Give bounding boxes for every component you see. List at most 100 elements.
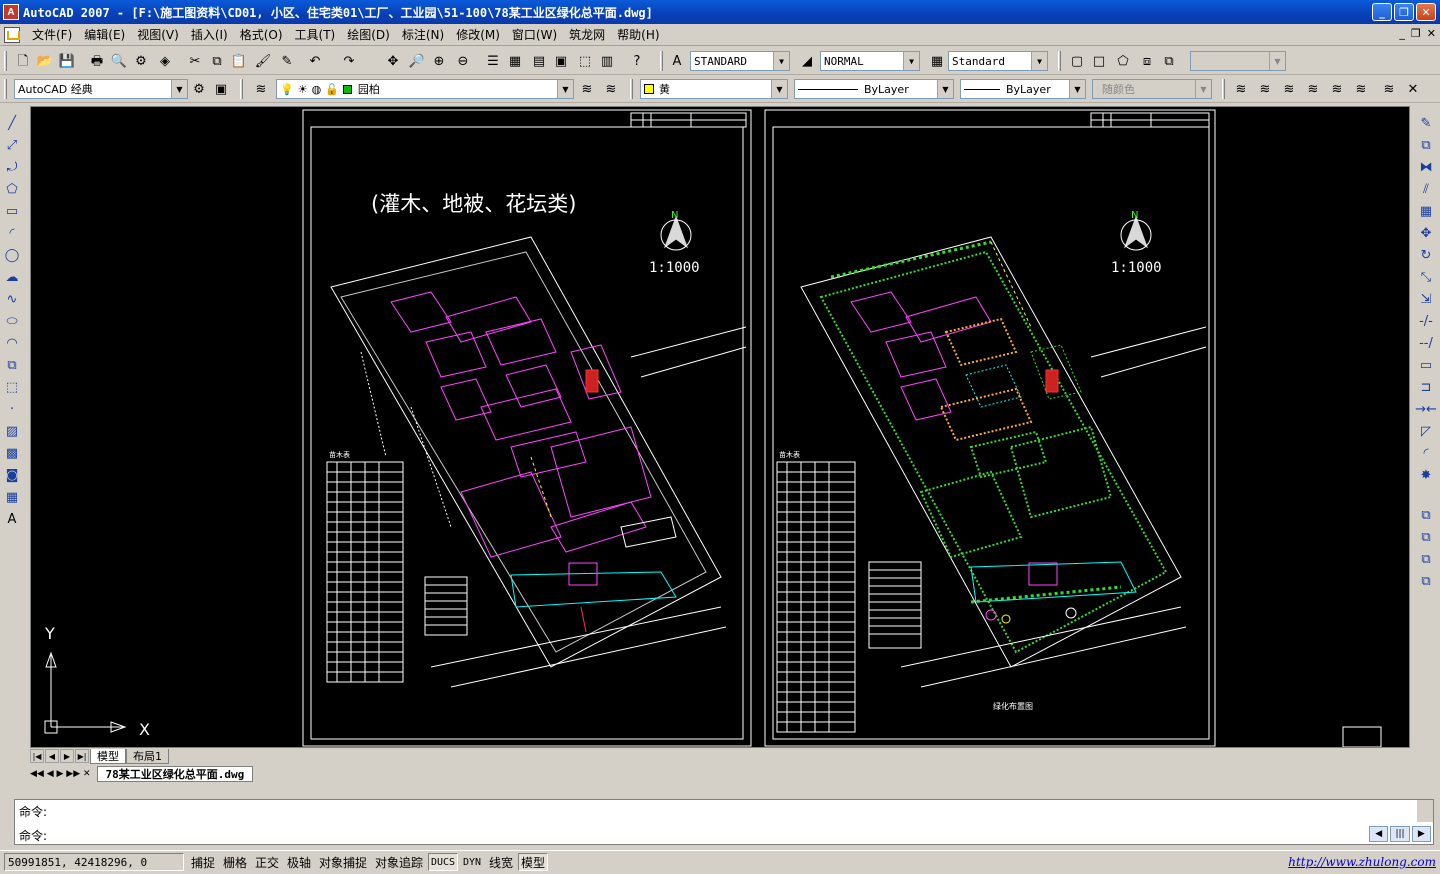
- first-tab-icon[interactable]: |◀: [30, 749, 44, 763]
- mdi-minimize-button[interactable]: _: [1399, 27, 1405, 40]
- draw-order-back-icon[interactable]: ⧉: [1417, 528, 1435, 546]
- polyline-icon[interactable]: ⤾: [3, 158, 21, 176]
- table-icon[interactable]: ▦: [3, 488, 21, 506]
- menu-help[interactable]: 帮助(H): [611, 26, 665, 43]
- table-style-icon[interactable]: ▦: [928, 52, 946, 70]
- block-editor-icon[interactable]: ✎: [278, 52, 296, 70]
- menu-dimension[interactable]: 标注(N): [396, 26, 450, 43]
- pan-icon[interactable]: ✥: [384, 52, 402, 70]
- menu-edit[interactable]: 编辑(E): [78, 26, 131, 43]
- draw-order-front-icon[interactable]: ⧉: [1417, 506, 1435, 524]
- draw-order-under-icon[interactable]: ⧉: [1417, 572, 1435, 590]
- ducs-toggle[interactable]: DUCS: [428, 853, 458, 871]
- break-icon[interactable]: ⊐: [1417, 378, 1435, 396]
- layer-manager-icon[interactable]: ≋: [252, 80, 270, 98]
- publish-icon[interactable]: ⚙: [132, 52, 150, 70]
- tool-e-icon[interactable]: ≋: [1328, 80, 1346, 98]
- chevron-down-icon[interactable]: ▼: [771, 80, 787, 98]
- convert-object-viewport-icon[interactable]: ⧈: [1138, 52, 1156, 70]
- ortho-toggle[interactable]: 正交: [252, 853, 282, 871]
- hatch-icon[interactable]: ▨: [3, 422, 21, 440]
- grid-toggle[interactable]: 栅格: [220, 853, 250, 871]
- spline-icon[interactable]: ∿: [3, 290, 21, 308]
- chevron-down-icon[interactable]: ▼: [171, 80, 187, 98]
- draw-order-above-icon[interactable]: ⧉: [1417, 550, 1435, 568]
- workspace-settings-icon[interactable]: ⚙: [190, 80, 208, 98]
- autocad-app-icon[interactable]: A: [3, 4, 19, 20]
- revision-cloud-icon[interactable]: ☁: [3, 268, 21, 286]
- freeze-vp-icon[interactable]: ◍: [312, 83, 322, 96]
- zoom-window-icon[interactable]: ⊕: [430, 52, 448, 70]
- circle-icon[interactable]: ◯: [3, 246, 21, 264]
- menu-format[interactable]: 格式(O): [234, 26, 289, 43]
- layer-previous-icon[interactable]: ≋: [602, 80, 620, 98]
- toolbar-grip[interactable]: [4, 79, 7, 99]
- toolbar-grip[interactable]: [240, 79, 243, 99]
- coordinate-readout[interactable]: 50991851, 42418296, 0: [4, 853, 184, 871]
- menu-window[interactable]: 窗口(W): [506, 26, 563, 43]
- menu-modify[interactable]: 修改(M): [450, 26, 506, 43]
- toolbar-grip[interactable]: [4, 51, 7, 71]
- menu-file[interactable]: 文件(F): [26, 26, 78, 43]
- scroll-right-icon[interactable]: ▶: [1411, 826, 1431, 842]
- dyn-toggle[interactable]: DYN: [460, 853, 484, 871]
- save-icon[interactable]: 💾: [58, 52, 76, 70]
- construction-line-icon[interactable]: ⤢: [3, 136, 21, 154]
- zhulong-link[interactable]: http://www.zhulong.com: [1288, 855, 1436, 869]
- match-properties-icon[interactable]: 🖌: [254, 52, 272, 70]
- tool-g-icon[interactable]: ≋: [1380, 80, 1398, 98]
- text-style-icon[interactable]: A: [668, 52, 686, 70]
- make-block-icon[interactable]: ⬚: [3, 378, 21, 396]
- join-icon[interactable]: →←: [1415, 400, 1437, 418]
- linetype-select[interactable]: ByLayer ▼: [794, 79, 954, 99]
- arc-icon[interactable]: ◜: [3, 224, 21, 242]
- mdi-restore-button[interactable]: ❐: [1411, 27, 1421, 40]
- file-tab-active[interactable]: 78某工业区绿化总平面.dwg: [96, 766, 254, 782]
- region-icon[interactable]: ◙: [3, 466, 21, 484]
- copy-object-icon[interactable]: ⧉: [1417, 136, 1435, 154]
- scroll-left-icon[interactable]: ◀: [1369, 826, 1389, 842]
- minimize-button[interactable]: _: [1372, 3, 1392, 21]
- gradient-icon[interactable]: ▩: [3, 444, 21, 462]
- ellipse-icon[interactable]: ⬭: [3, 312, 21, 330]
- drawing-area[interactable]: (灌木、地被、花坛类) N 1:1000 N 1:1000 苗木表 绿化布置图 …: [30, 106, 1410, 748]
- chevron-down-icon[interactable]: ▼: [557, 80, 573, 98]
- tool-h-icon[interactable]: ✕: [1404, 80, 1422, 98]
- dim-style-icon[interactable]: ◢: [798, 52, 816, 70]
- viewport-icon[interactable]: ▢: [1068, 52, 1086, 70]
- clip-viewport-icon[interactable]: ⧉: [1160, 52, 1178, 70]
- next-tab-icon[interactable]: ▶: [60, 749, 74, 763]
- menu-insert[interactable]: 插入(I): [185, 26, 234, 43]
- otrack-toggle[interactable]: 对象追踪: [372, 853, 426, 871]
- menu-view[interactable]: 视图(V): [131, 26, 185, 43]
- viewport-scale-select[interactable]: ▼: [1190, 51, 1286, 71]
- close-button[interactable]: ✕: [1416, 3, 1436, 21]
- my-workspace-icon[interactable]: ▣: [212, 80, 230, 98]
- toolbar-grip[interactable]: [1222, 79, 1225, 99]
- copy-icon[interactable]: ⧉: [208, 52, 226, 70]
- tab-model[interactable]: 模型: [90, 748, 126, 764]
- document-icon[interactable]: [4, 26, 20, 43]
- last-tab-icon[interactable]: ▶|: [75, 749, 89, 763]
- chevron-down-icon[interactable]: ▼: [1269, 52, 1285, 70]
- command-input[interactable]: 命令:: [19, 826, 1349, 844]
- tool-f-icon[interactable]: ≋: [1352, 80, 1370, 98]
- move-icon[interactable]: ✥: [1417, 224, 1435, 242]
- rectangle-icon[interactable]: ▭: [3, 202, 21, 220]
- design-center-icon[interactable]: ▦: [506, 52, 524, 70]
- line-icon[interactable]: ╱: [3, 114, 21, 132]
- toolbar-grip[interactable]: [660, 51, 663, 71]
- trim-icon[interactable]: -/-: [1417, 312, 1435, 330]
- chevron-down-icon[interactable]: ▼: [773, 52, 789, 70]
- redo-icon[interactable]: ↷: [340, 52, 358, 70]
- chevron-down-icon[interactable]: ▼: [1195, 80, 1211, 98]
- text-style-select[interactable]: STANDARD ▼: [690, 51, 790, 71]
- lightbulb-icon[interactable]: 💡: [280, 83, 294, 96]
- open-file-icon[interactable]: 📂: [36, 52, 54, 70]
- polygonal-viewport-icon[interactable]: ⬠: [1114, 52, 1132, 70]
- command-hscroll[interactable]: ◀ ||| ▶: [1369, 826, 1431, 842]
- tab-layout1[interactable]: 布局1: [126, 748, 169, 764]
- chevron-down-icon[interactable]: ▼: [903, 52, 919, 70]
- single-viewport-icon[interactable]: □: [1090, 52, 1108, 70]
- offset-icon[interactable]: ⫽: [1417, 180, 1435, 198]
